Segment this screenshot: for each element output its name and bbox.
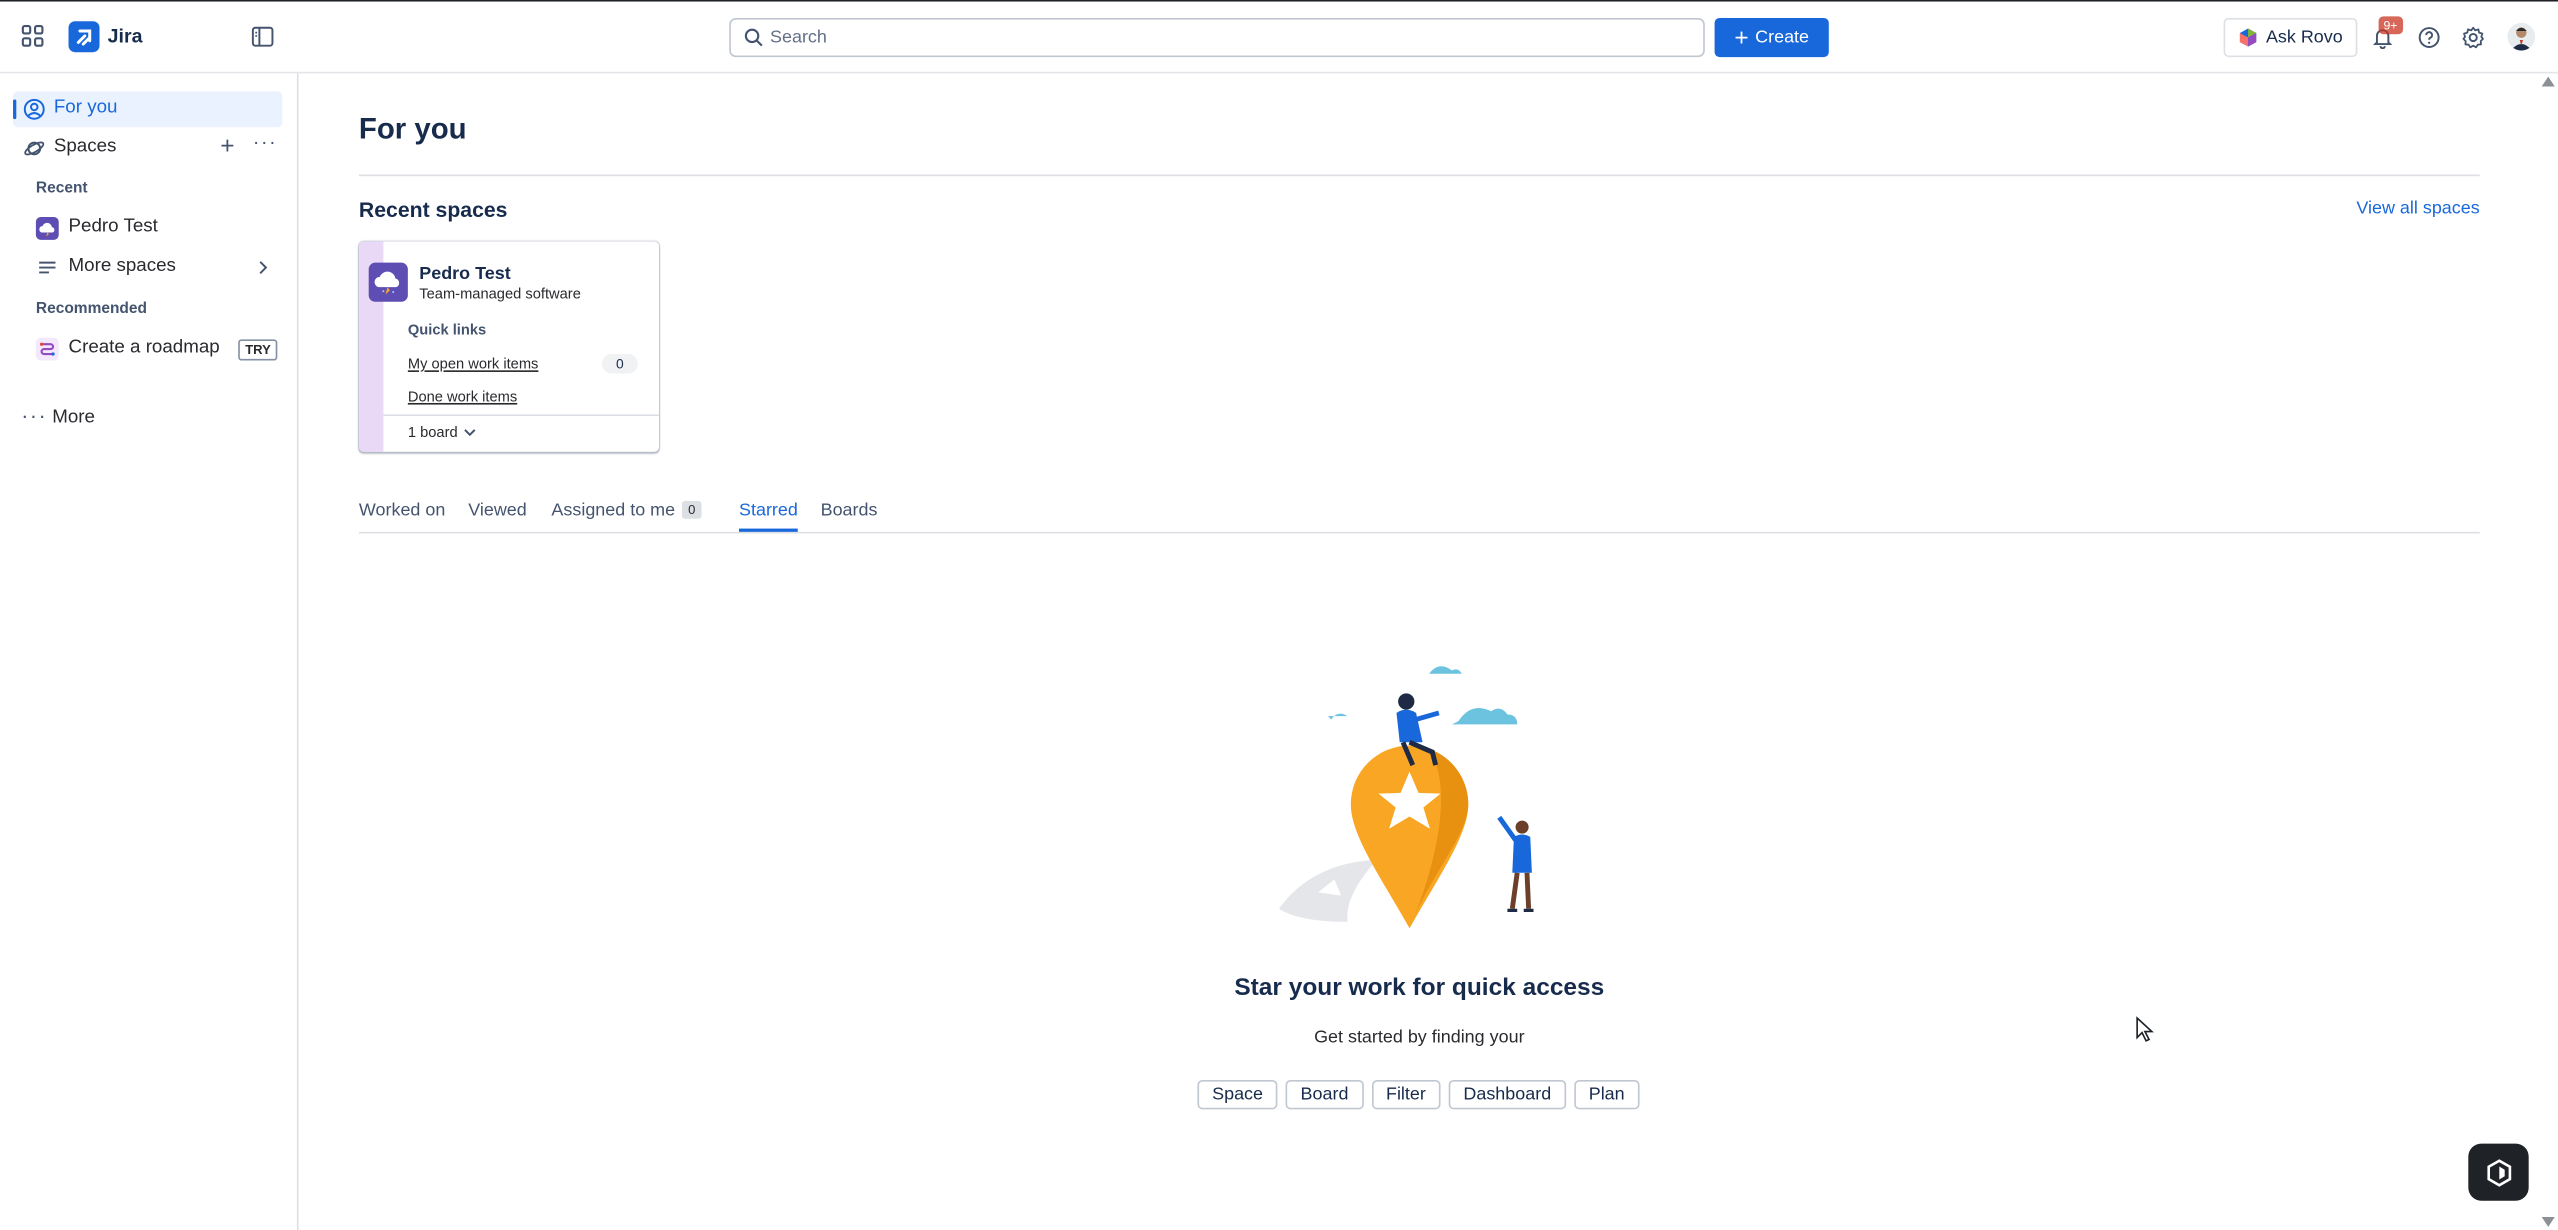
search-input[interactable] <box>770 24 1684 51</box>
activity-tabs: Worked on Viewed Assigned to me 0 Starred… <box>358 500 2480 534</box>
sidebar-item-create-roadmap[interactable]: Create a roadmap TRY <box>23 331 282 367</box>
space-type: Team-managed software <box>419 285 581 302</box>
boards-dropdown[interactable]: 1 board <box>408 424 476 440</box>
search-icon <box>744 28 763 47</box>
mouse-cursor-icon <box>2136 1016 2154 1042</box>
tab-assigned-to-me[interactable]: Assigned to me 0 <box>551 500 702 532</box>
tab-worked-on[interactable]: Worked on <box>359 501 445 532</box>
dashboard-chip-button[interactable]: Dashboard <box>1448 1079 1566 1110</box>
jira-logo-icon[interactable] <box>68 21 100 53</box>
done-work-items-link[interactable]: Done work items <box>408 388 517 404</box>
plus-icon: + <box>1734 23 1749 52</box>
rovo-icon <box>2239 28 2257 47</box>
create-button[interactable]: + Create <box>1714 17 1829 58</box>
empty-state-title: Star your work for quick access <box>1234 973 1605 1002</box>
plan-chip-button[interactable]: Plan <box>1574 1079 1640 1110</box>
sidebar-item-spaces[interactable]: Spaces + ··· <box>13 131 282 167</box>
tab-viewed[interactable]: Viewed <box>468 501 527 532</box>
space-chip-button[interactable]: Space <box>1197 1079 1278 1110</box>
recent-spaces-heading: Recent spaces <box>358 197 508 222</box>
app-switcher-icon[interactable] <box>21 24 44 47</box>
main-content: For you Recent spaces View all spaces Pe… <box>300 73 2538 1230</box>
space-name: Pedro Test <box>419 264 511 284</box>
notifications-badge: 9+ <box>2378 16 2403 35</box>
top-navigation: Jira + Create Ask Rovo <box>0 1 2558 74</box>
list-icon <box>39 261 56 274</box>
chevron-right-icon <box>259 261 268 274</box>
sidebar: For you Spaces + ··· Recent Pedro Test M… <box>0 73 299 1230</box>
recent-heading: Recent <box>35 179 88 198</box>
collapse-sidebar-icon[interactable] <box>251 26 274 47</box>
tab-starred[interactable]: Starred <box>739 501 798 532</box>
user-avatar[interactable] <box>2507 22 2536 51</box>
sidebar-item-pedro-test[interactable]: Pedro Test <box>23 210 282 246</box>
ask-rovo-button[interactable]: Ask Rovo <box>2223 17 2358 58</box>
card-divider <box>383 414 660 417</box>
roadmap-icon <box>35 337 59 361</box>
tab-boards[interactable]: Boards <box>821 501 878 532</box>
find-chips: Space Board Filter Dashboard Plan <box>1197 1079 1640 1110</box>
quick-links-heading: Quick links <box>407 321 487 338</box>
sidebar-item-more-spaces[interactable]: More spaces <box>23 250 282 286</box>
assigned-count: 0 <box>681 500 702 519</box>
help-icon[interactable] <box>2418 26 2441 49</box>
my-open-work-items-link[interactable]: My open work items <box>408 356 539 372</box>
board-chip-button[interactable]: Board <box>1285 1079 1364 1110</box>
recommended-heading: Recommended <box>35 300 148 319</box>
space-card-pedro-test[interactable]: Pedro Test Team-managed software Quick l… <box>358 241 660 452</box>
sidebar-item-more[interactable]: ··· More <box>13 401 282 437</box>
filter-chip-button[interactable]: Filter <box>1371 1079 1441 1110</box>
sidebar-item-for-you[interactable]: For you <box>13 91 283 128</box>
starred-empty-illustration <box>1279 666 1534 929</box>
add-space-plus-icon[interactable]: + <box>220 132 234 160</box>
planet-icon <box>24 141 45 156</box>
view-all-spaces-link[interactable]: View all spaces <box>2356 199 2479 219</box>
more-dots-icon: ··· <box>21 402 48 428</box>
search-box[interactable] <box>729 17 1705 58</box>
page-title: For you <box>358 112 467 146</box>
open-items-count: 0 <box>601 354 638 374</box>
rovo-chat-icon <box>2486 1158 2511 1186</box>
chevron-down-icon <box>463 429 475 437</box>
scrollbar-down-arrow[interactable] <box>2541 1217 2555 1227</box>
try-badge: TRY <box>238 339 278 361</box>
rovo-chat-button[interactable] <box>2468 1143 2529 1201</box>
scrollbar-up-arrow[interactable] <box>2541 76 2555 87</box>
settings-gear-icon[interactable] <box>2462 26 2485 49</box>
user-circle-icon <box>23 98 45 120</box>
space-cloud-icon <box>368 262 408 302</box>
empty-state-subtitle: Get started by finding your <box>1314 1027 1525 1048</box>
space-cloud-icon <box>35 216 59 240</box>
divider <box>358 174 2480 177</box>
app-name[interactable]: Jira <box>108 24 143 47</box>
spaces-more-actions-icon[interactable]: ··· <box>253 131 277 154</box>
